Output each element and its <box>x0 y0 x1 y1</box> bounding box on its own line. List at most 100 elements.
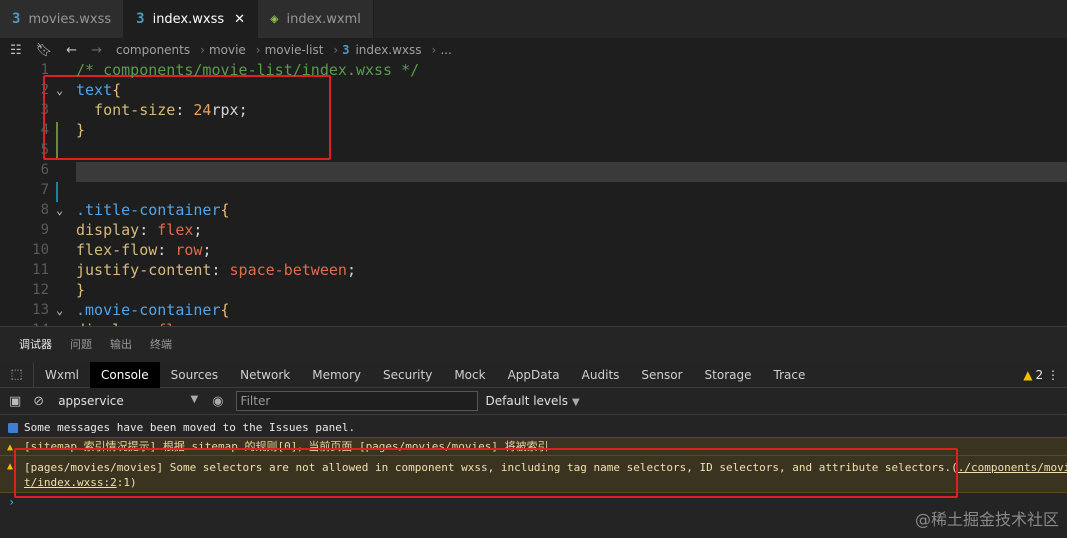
code-token: { <box>112 81 122 99</box>
code-editor[interactable]: 1/* components/movie-list/index.wxss */ 2… <box>0 62 1067 326</box>
devtools-tab-trace[interactable]: Trace <box>763 362 817 388</box>
code-line[interactable]: 9 display: flex; <box>0 220 1067 240</box>
line-number: 8 <box>40 202 49 218</box>
devtools-tab-mock[interactable]: Mock <box>443 362 496 388</box>
warning-icon: ▲ <box>1023 368 1033 382</box>
code-line[interactable]: 6 <box>0 160 1067 180</box>
bookmark-icon[interactable]: 🔖︎ <box>36 43 53 58</box>
tab-terminal[interactable]: 终端 <box>150 327 172 363</box>
highlight-box-warning <box>14 448 958 498</box>
line-number: 6 <box>40 162 49 178</box>
clear-console-icon[interactable]: ⊘ <box>33 394 44 409</box>
back-arrow-icon[interactable]: ← <box>66 43 77 58</box>
devtools-tab-audits[interactable]: Audits <box>571 362 631 388</box>
code-token: ; <box>238 101 248 119</box>
code-line[interactable]: 7 <box>0 180 1067 200</box>
css-file-icon: 3 <box>136 11 145 27</box>
code-text: .title-container{ <box>76 200 230 220</box>
editor-tab-bar: 3 movies.wxss 3 index.wxss ✕ ◈ index.wxm… <box>0 0 1067 38</box>
code-line[interactable]: 2 ⌄ text{ <box>0 80 1067 100</box>
console-info-message: Some messages have been moved to the Iss… <box>0 419 1067 437</box>
code-line[interactable]: 1 /* components/movie-list/index.wxss */ <box>0 62 1067 80</box>
fold-chevron-icon[interactable]: ⌄ <box>56 300 63 320</box>
devtools-tab-storage[interactable]: Storage <box>694 362 763 388</box>
tab-problems[interactable]: 问题 <box>70 327 92 363</box>
devtools-tab-wxml[interactable]: Wxml <box>34 362 90 388</box>
code-token: .title-container <box>76 201 221 219</box>
close-icon[interactable]: ✕ <box>234 12 245 27</box>
bottom-panel-tabs: 调试器 问题 输出 终端 <box>0 326 1067 363</box>
tab-label: movies.wxss <box>28 11 112 27</box>
code-token: 24 <box>193 101 212 119</box>
code-text: /* components/movie-list/index.wxss */ <box>76 62 419 80</box>
breadcrumb-item[interactable]: movie <box>209 43 246 57</box>
filter-input[interactable]: Filter <box>235 391 478 411</box>
line-number: 5 <box>40 142 49 158</box>
fold-chevron-icon[interactable]: ⌄ <box>56 80 63 100</box>
breadcrumb-item[interactable]: index.wxss <box>355 43 421 57</box>
code-line[interactable]: 4} <box>0 120 1067 140</box>
console-filter-bar: ▣ ⊘ appservice ▼ ◉ Filter Default levels… <box>0 388 1067 415</box>
forward-arrow-icon[interactable]: → <box>91 43 102 58</box>
code-token: text <box>76 81 113 99</box>
devtools-tab-network[interactable]: Network <box>229 362 301 388</box>
split-view-icon[interactable]: ☷ <box>10 43 22 58</box>
code-token: ; <box>202 241 212 259</box>
line-number: 3 <box>40 102 49 118</box>
code-token: .movie-container <box>76 301 221 319</box>
tab-index-wxss[interactable]: 3 index.wxss ✕ <box>124 0 259 38</box>
code-token: } <box>76 281 86 299</box>
inspect-element-icon[interactable]: ⬚ <box>0 361 34 388</box>
tab-label: index.wxss <box>152 11 225 27</box>
line-number: 4 <box>40 122 49 138</box>
code-line[interactable]: 3 font-size: 24rpx; <box>0 100 1067 120</box>
devtools-tab-security[interactable]: Security <box>372 362 443 388</box>
chevron-down-icon: ▼ <box>190 394 199 405</box>
code-token: flex <box>157 221 194 239</box>
code-token: font-size <box>76 101 176 119</box>
devtools-tab-sensor[interactable]: Sensor <box>630 362 693 388</box>
xml-file-icon: ◈ <box>270 11 279 27</box>
line-number: 13 <box>32 302 49 318</box>
line-number: 10 <box>32 242 49 258</box>
eye-icon[interactable]: ◉ <box>212 394 223 409</box>
log-levels-select[interactable]: Default levels ▼ <box>486 394 580 408</box>
console-prompt[interactable]: › <box>8 495 15 509</box>
code-line[interactable]: 11 justify-content: space-between; <box>0 260 1067 280</box>
tab-debugger[interactable]: 调试器 <box>19 327 52 363</box>
breadcrumb: ☷ 🔖︎ ← → components › movie › movie-list… <box>0 38 1067 62</box>
code-token: display <box>76 221 140 239</box>
warning-count-badge[interactable]: ▲ 2 ⋮ <box>1023 362 1059 388</box>
code-line[interactable]: 8 ⌄ .title-container{ <box>0 200 1067 220</box>
breadcrumb-item[interactable]: movie-list <box>265 43 324 57</box>
code-text: font-size: 24rpx; <box>76 100 248 120</box>
tab-movies-wxss[interactable]: 3 movies.wxss <box>0 0 125 38</box>
line-number: 11 <box>32 262 49 278</box>
source-link[interactable]: ./components/movie-lis <box>958 461 1067 474</box>
tab-index-wxml[interactable]: ◈ index.wxml <box>258 0 374 38</box>
devtools-tab-sources[interactable]: Sources <box>160 362 229 388</box>
tab-output[interactable]: 输出 <box>110 327 132 363</box>
breadcrumb-item[interactable]: components <box>116 43 190 57</box>
tab-label: index.wxml <box>286 11 361 27</box>
code-token: : <box>157 241 176 259</box>
code-line[interactable]: 10 flex-flow: row; <box>0 240 1067 260</box>
code-token: justify-content <box>76 261 212 279</box>
code-token: { <box>220 301 230 319</box>
code-text: .movie-container{ <box>76 300 230 320</box>
code-token: /* components/movie-list/index.wxss */ <box>76 62 420 79</box>
fold-chevron-icon[interactable]: ⌄ <box>56 200 63 220</box>
code-line[interactable]: 12} <box>0 280 1067 300</box>
devtools-tab-memory[interactable]: Memory <box>301 362 372 388</box>
code-token: rpx <box>211 101 239 119</box>
breadcrumb-separator: › <box>255 43 261 57</box>
code-line[interactable]: 13 ⌄ .movie-container{ <box>0 300 1067 320</box>
devtools-tab-appdata[interactable]: AppData <box>497 362 571 388</box>
context-select[interactable]: appservice ▼ <box>58 394 198 408</box>
breadcrumb-item[interactable]: ... <box>440 43 451 57</box>
code-line[interactable]: 5 <box>0 140 1067 160</box>
sidebar-toggle-icon[interactable]: ▣ <box>9 394 21 409</box>
line-number: 9 <box>40 222 49 238</box>
devtools-tab-console[interactable]: Console <box>90 361 160 388</box>
code-token: row <box>175 241 203 259</box>
